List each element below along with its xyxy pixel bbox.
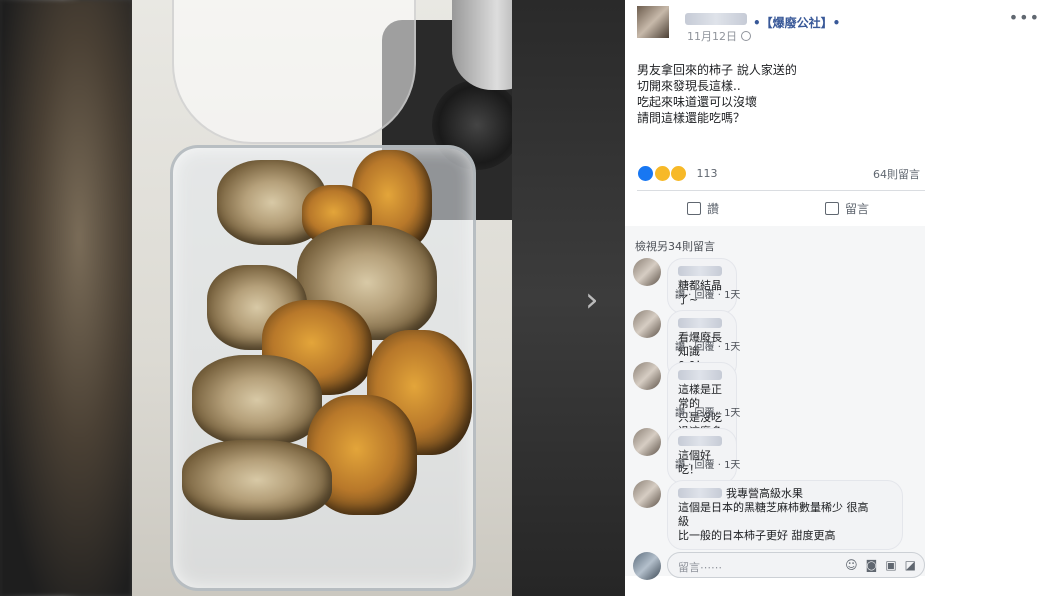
commenter-name-blurred[interactable]	[678, 488, 722, 498]
comment-button[interactable]: 留言	[825, 200, 869, 217]
post-photo[interactable]	[132, 0, 512, 596]
comment-count-link[interactable]: 64則留言	[873, 166, 920, 182]
commenter-name-blurred[interactable]	[678, 436, 722, 446]
comment-input[interactable]: 留言⋯⋯ ☺ ◙ ▣ ◪	[667, 552, 925, 578]
comment-actions: 讚 · 回覆 · 1天	[675, 286, 750, 301]
my-avatar	[633, 552, 661, 580]
post-sidebar: •【爆廢公社】• 11月12日 ••• 男友拿回來的柿子 說人家送的 切開來發現…	[625, 0, 1060, 596]
comment-text: 級	[678, 515, 689, 528]
comments-area: 檢視另34則留言 糖都結晶了~ 讚 · 回覆 · 1天 看爆廢長知識0.0！ 讚…	[625, 226, 925, 576]
like-button[interactable]: 讚	[687, 200, 719, 217]
camera-icon[interactable]: ◙	[866, 558, 878, 572]
comment-reply-meta[interactable]: 讚 · 回覆 · 1天	[675, 290, 740, 301]
avatar[interactable]	[637, 6, 669, 38]
like-icon	[687, 202, 701, 215]
comment-label: 留言	[845, 202, 870, 216]
commenter-avatar[interactable]	[633, 310, 661, 338]
comment-input-icons: ☺ ◙ ▣ ◪	[837, 558, 916, 572]
more-icon[interactable]: •••	[1009, 8, 1040, 27]
container-lid	[172, 0, 416, 144]
like-label: 讚	[707, 202, 720, 216]
group-name-link[interactable]: •【爆廢公社】•	[753, 14, 840, 31]
comment-icon	[825, 202, 839, 215]
commenter-avatar[interactable]	[633, 362, 661, 390]
reaction-count: 113	[696, 167, 718, 180]
post-text-line: 請問這樣還能吃嗎？	[637, 111, 746, 125]
blurred-photo-left	[0, 0, 132, 596]
next-arrow-icon[interactable]: ›	[585, 280, 599, 320]
sticker-icon[interactable]: ◪	[905, 558, 916, 572]
comment-reply-meta[interactable]: 讚 · 回覆 · 1天	[675, 342, 740, 353]
comment-actions: 讚 · 回覆 · 1天	[675, 338, 750, 353]
post-header: •【爆廢公社】• 11月12日 •••	[637, 6, 1048, 46]
post-text: 男友拿回來的柿子 說人家送的 切開來發現長這樣.. 吃起來味道還可以沒壞 請問這…	[637, 62, 937, 126]
comment-text: 我專營高級水果	[726, 487, 803, 500]
like-reaction-icon	[637, 165, 654, 182]
persimmon-slice	[192, 355, 322, 445]
post-date-text: 11月12日	[687, 30, 737, 43]
comment-actions: 讚 · 回覆 · 1天	[675, 456, 750, 471]
post-text-line: 切開來發現長這樣..	[637, 79, 741, 93]
author-name-blurred[interactable]	[685, 13, 747, 25]
comment-text: 這個是日本的黑糖芝麻柿數量稀少 很高	[678, 501, 869, 514]
commenter-name-blurred[interactable]	[678, 318, 722, 328]
post-text-line: 吃起來味道還可以沒壞	[637, 95, 758, 109]
persimmon-slice	[182, 440, 332, 520]
blurred-photo-right	[512, 0, 625, 596]
wow-reaction-icon	[653, 165, 671, 182]
reactions-summary[interactable]: 113	[637, 165, 718, 183]
comment-actions: 讚 · 回覆 · 1天	[675, 404, 750, 419]
gif-icon[interactable]: ▣	[885, 558, 896, 572]
comment-input-placeholder: 留言⋯⋯	[678, 561, 722, 574]
post-text-line: 男友拿回來的柿子 說人家送的	[637, 63, 797, 77]
commenter-name-blurred[interactable]	[678, 370, 722, 380]
haha-reaction-icon	[670, 165, 687, 182]
commenter-name-blurred[interactable]	[678, 266, 722, 276]
globe-icon	[741, 31, 751, 41]
commenter-avatar[interactable]	[633, 258, 661, 286]
commenter-avatar[interactable]	[633, 480, 661, 508]
view-more-comments[interactable]: 檢視另34則留言	[635, 238, 715, 254]
comment-bubble: 我專營高級水果 這個是日本的黑糖芝麻柿數量稀少 很高級比一般的日本柿子更好 甜度更…	[667, 480, 903, 550]
emoji-icon[interactable]: ☺	[845, 558, 858, 572]
comment-reply-meta[interactable]: 讚 · 回覆 · 1天	[675, 460, 740, 471]
commenter-avatar[interactable]	[633, 428, 661, 456]
divider	[637, 190, 925, 191]
comment-reply-meta[interactable]: 讚 · 回覆 · 1天	[675, 408, 740, 419]
post-date[interactable]: 11月12日	[687, 28, 751, 44]
comment-text: 比一般的日本柿子更好 甜度更高	[678, 529, 836, 542]
